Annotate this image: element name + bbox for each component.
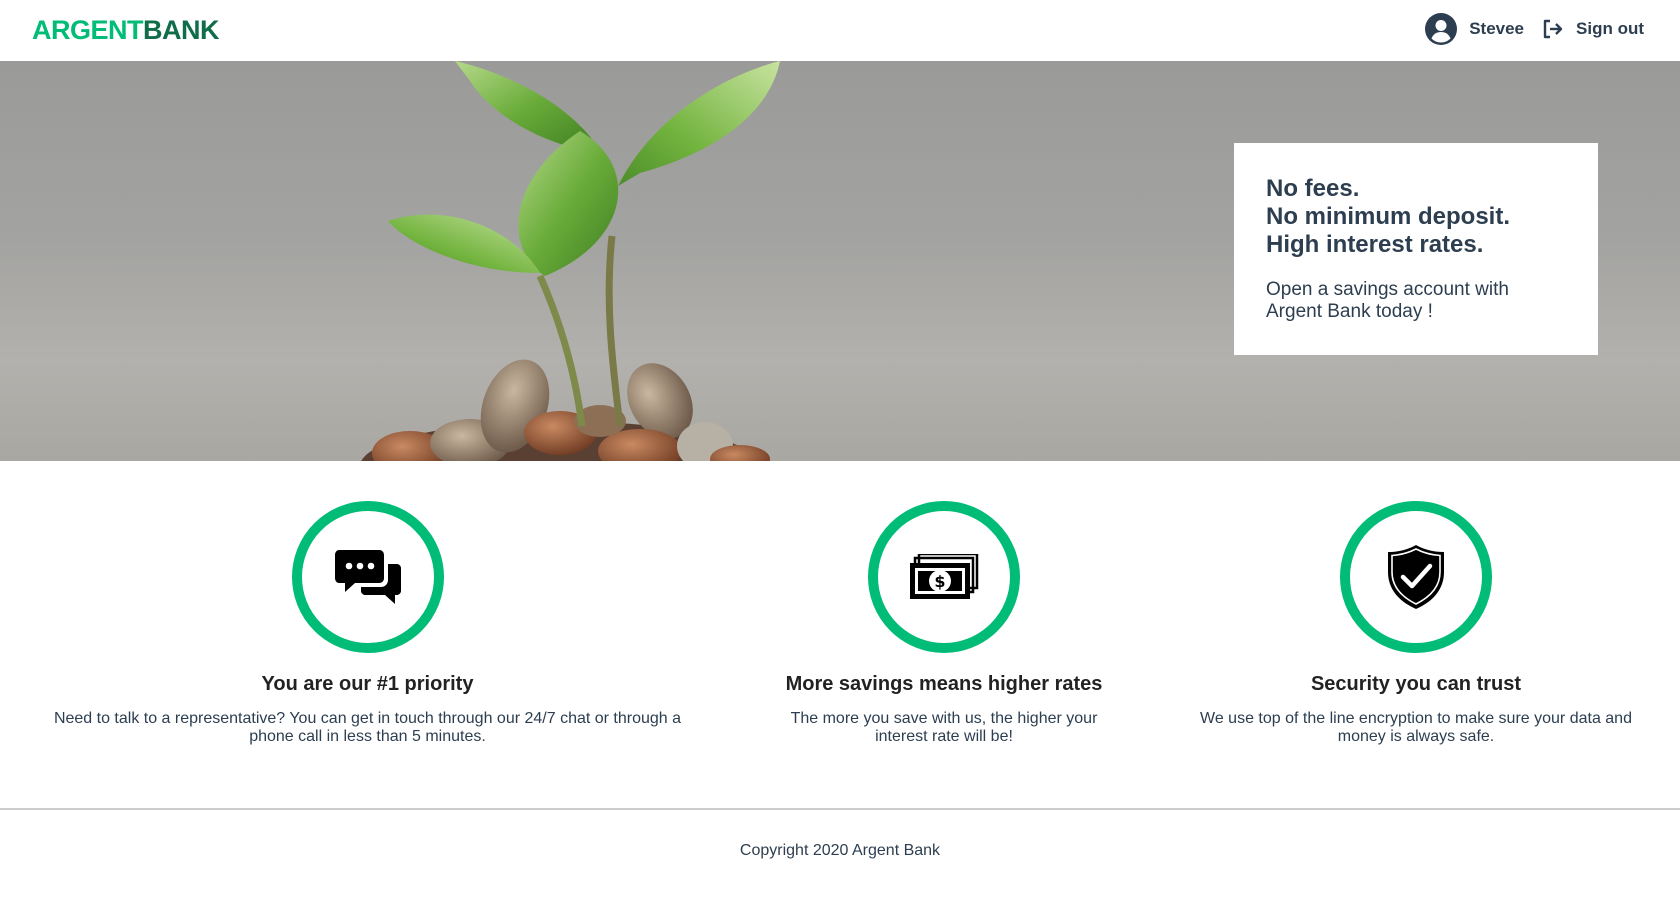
chat-icon <box>334 550 401 604</box>
footer: Copyright 2020 Argent Bank <box>0 808 1680 898</box>
sign-out-icon <box>1543 19 1563 39</box>
nav-actions: Stevee Sign out <box>1425 12 1644 46</box>
feature-title: You are our #1 priority <box>261 673 474 695</box>
hero-text: Open a savings account with Argent Bank … <box>1266 279 1509 322</box>
feature-title: More savings means higher rates <box>785 673 1103 695</box>
money-icon: $ <box>910 554 979 599</box>
user-profile-link[interactable]: Stevee <box>1425 13 1524 45</box>
copyright-text: Copyright 2020 Argent Bank <box>739 842 941 859</box>
hero-banner: No fees. No minimum deposit. High intere… <box>0 61 1680 461</box>
security-icon <box>1388 545 1444 609</box>
feature-item-security: Security you can trust We use top of the… <box>1196 501 1636 746</box>
hero-subtitle-2: No minimum deposit. <box>1266 203 1511 230</box>
features-section: You are our #1 priority Need to talk to … <box>0 461 1680 809</box>
user-name: Stevee <box>1469 19 1525 38</box>
svg-text:$: $ <box>934 572 945 591</box>
feature-item-savings: $ More savings means higher rates The mo… <box>780 501 1108 746</box>
feature-icon-circle: $ <box>868 501 1020 653</box>
feature-icon-circle <box>291 501 444 653</box>
user-circle-icon <box>1425 13 1458 45</box>
hero-subtitle-3: High interest rates. <box>1266 231 1484 258</box>
feature-text: The more you save with us, the higher yo… <box>790 710 1098 745</box>
feature-icon-circle <box>1340 501 1492 653</box>
feature-text: Need to talk to a representative? You ca… <box>53 710 682 745</box>
logo-bank: BANK <box>143 14 220 45</box>
main-nav: ARGENT BANK Stevee Sign out <box>0 0 1680 61</box>
feature-item-priority: You are our #1 priority Need to talk to … <box>30 501 705 746</box>
sign-out-button[interactable]: Sign out <box>1542 19 1644 39</box>
hero-subtitle-1: No fees. <box>1266 175 1360 202</box>
logo-link[interactable]: ARGENT BANK <box>32 14 220 46</box>
sign-out-label: Sign out <box>1576 19 1644 38</box>
hero-card: No fees. No minimum deposit. High intere… <box>1234 143 1598 355</box>
logo-argent: ARGENT <box>32 14 144 45</box>
feature-text: We use top of the line encryption to mak… <box>1200 710 1632 745</box>
feature-title: Security you can trust <box>1310 673 1522 695</box>
